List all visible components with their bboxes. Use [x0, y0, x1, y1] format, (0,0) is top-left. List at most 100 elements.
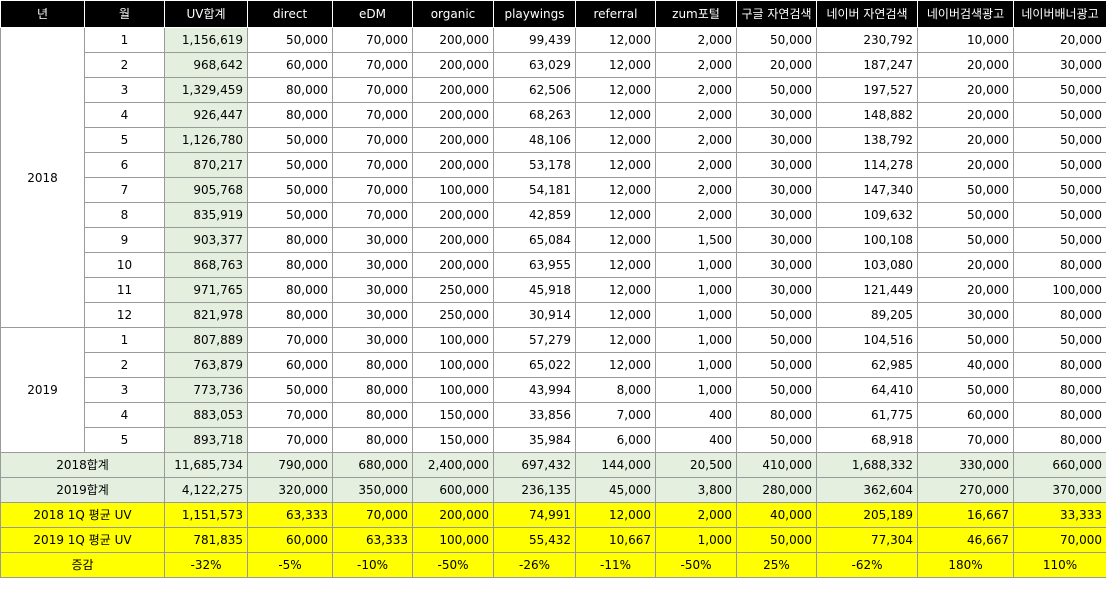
month-cell: 6 — [84, 152, 165, 178]
value-cell: 100,000 — [412, 327, 494, 353]
uv-table: 년 월 UV합계 direct eDM organic playwings referral z… — [0, 0, 1106, 578]
value-cell: 35,984 — [493, 427, 576, 453]
month-cell: 7 — [84, 177, 165, 203]
summary-value: 200,000 — [412, 502, 494, 528]
value-cell: 1,000 — [655, 277, 737, 303]
uv-total-cell: 926,447 — [164, 102, 248, 128]
value-cell: 12,000 — [575, 277, 656, 303]
uv-total-cell: 807,889 — [164, 327, 248, 353]
value-cell: 400 — [655, 427, 737, 453]
value-cell: 400 — [655, 402, 737, 428]
total-value: 4,122,275 — [164, 477, 248, 503]
value-cell: 70,000 — [332, 52, 413, 78]
value-cell: 1,000 — [655, 352, 737, 378]
value-cell: 138,792 — [816, 127, 918, 153]
value-cell: 70,000 — [247, 402, 333, 428]
column-header: 네이버검색광고 — [917, 0, 1014, 28]
value-cell: 80,000 — [1013, 302, 1106, 328]
summary-row: 증감 -32% -5% -10% -50% -26% -11% -50% 25% -62% 180%… — [0, 552, 1106, 578]
value-cell: 109,632 — [816, 202, 918, 228]
value-cell: 200,000 — [412, 252, 494, 278]
value-cell: 6,000 — [575, 427, 656, 453]
table-row: 11 971,765 80,000 30,000 250,000 45,918 12,000… — [1, 277, 1106, 303]
value-cell: 2,000 — [655, 77, 737, 103]
uv-total-cell: 763,879 — [164, 352, 248, 378]
value-cell: 2,000 — [655, 52, 737, 78]
value-cell: 147,340 — [816, 177, 918, 203]
month-cell: 12 — [84, 302, 165, 328]
value-cell: 80,000 — [332, 402, 413, 428]
table-row: 10 868,763 80,000 30,000 200,000 63,955 12,000… — [1, 252, 1106, 278]
value-cell: 20,000 — [917, 77, 1014, 103]
value-cell: 60,000 — [917, 402, 1014, 428]
value-cell: 80,000 — [332, 377, 413, 403]
total-value: 1,688,332 — [816, 452, 918, 478]
value-cell: 70,000 — [247, 327, 333, 353]
value-cell: 103,080 — [816, 252, 918, 278]
value-cell: 200,000 — [412, 152, 494, 178]
value-cell: 20,000 — [917, 52, 1014, 78]
value-cell: 12,000 — [575, 127, 656, 153]
month-cell: 4 — [84, 102, 165, 128]
value-cell: 12,000 — [575, 177, 656, 203]
column-header: organic — [412, 0, 494, 28]
value-cell: 30,000 — [1013, 52, 1106, 78]
total-value: 362,604 — [816, 477, 918, 503]
value-cell: 1,500 — [655, 227, 737, 253]
value-cell: 99,439 — [493, 27, 576, 53]
value-cell: 80,000 — [1013, 352, 1106, 378]
value-cell: 12,000 — [575, 327, 656, 353]
summary-value: -50% — [412, 552, 494, 578]
value-cell: 50,000 — [247, 152, 333, 178]
total-value: 144,000 — [575, 452, 656, 478]
value-cell: 200,000 — [412, 52, 494, 78]
value-cell: 50,000 — [736, 427, 817, 453]
month-cell: 11 — [84, 277, 165, 303]
value-cell: 200,000 — [412, 127, 494, 153]
value-cell: 100,000 — [412, 177, 494, 203]
column-header: 구글 자연검색 — [736, 0, 817, 28]
value-cell: 70,000 — [917, 427, 1014, 453]
value-cell: 12,000 — [575, 202, 656, 228]
summary-value: 70,000 — [1013, 527, 1106, 553]
value-cell: 43,994 — [493, 377, 576, 403]
value-cell: 50,000 — [1013, 177, 1106, 203]
column-header: direct — [247, 0, 333, 28]
value-cell: 100,000 — [412, 352, 494, 378]
value-cell: 70,000 — [332, 127, 413, 153]
total-row: 2019합계 4,122,275 320,000 350,000 600,000 236,… — [0, 477, 1106, 503]
summary-value: 40,000 — [736, 502, 817, 528]
value-cell: 53,178 — [493, 152, 576, 178]
value-cell: 50,000 — [247, 127, 333, 153]
value-cell: 150,000 — [412, 402, 494, 428]
uv-total-cell: 905,768 — [164, 177, 248, 203]
value-cell: 70,000 — [332, 27, 413, 53]
summary-value: -62% — [816, 552, 918, 578]
value-cell: 40,000 — [917, 352, 1014, 378]
value-cell: 33,856 — [493, 402, 576, 428]
table-header: 년 월 UV합계 direct eDM organic playwings referral z… — [0, 0, 1106, 28]
total-value: 280,000 — [736, 477, 817, 503]
total-value: 320,000 — [247, 477, 333, 503]
month-cell: 8 — [84, 202, 165, 228]
summary-value: 110% — [1013, 552, 1106, 578]
uv-total-cell: 903,377 — [164, 227, 248, 253]
summary-value: -11% — [575, 552, 656, 578]
value-cell: 1,000 — [655, 252, 737, 278]
value-cell: 100,000 — [412, 377, 494, 403]
value-cell: 100,108 — [816, 227, 918, 253]
value-cell: 1,000 — [655, 377, 737, 403]
month-cell: 5 — [84, 127, 165, 153]
value-cell: 70,000 — [332, 102, 413, 128]
table-row: 3 773,736 50,000 80,000 100,000 43,994 8,000 1,… — [1, 377, 1106, 403]
value-cell: 50,000 — [1013, 152, 1106, 178]
total-value: 236,135 — [493, 477, 576, 503]
value-cell: 50,000 — [917, 377, 1014, 403]
table-row: 2018 1 1,156,619 50,000 70,000 200,000 99,439 1… — [0, 27, 1106, 328]
value-cell: 20,000 — [736, 52, 817, 78]
value-cell: 30,000 — [736, 127, 817, 153]
column-header: UV합계 — [164, 0, 248, 28]
uv-total-cell: 773,736 — [164, 377, 248, 403]
summary-value: 70,000 — [332, 502, 413, 528]
value-cell: 20,000 — [917, 127, 1014, 153]
